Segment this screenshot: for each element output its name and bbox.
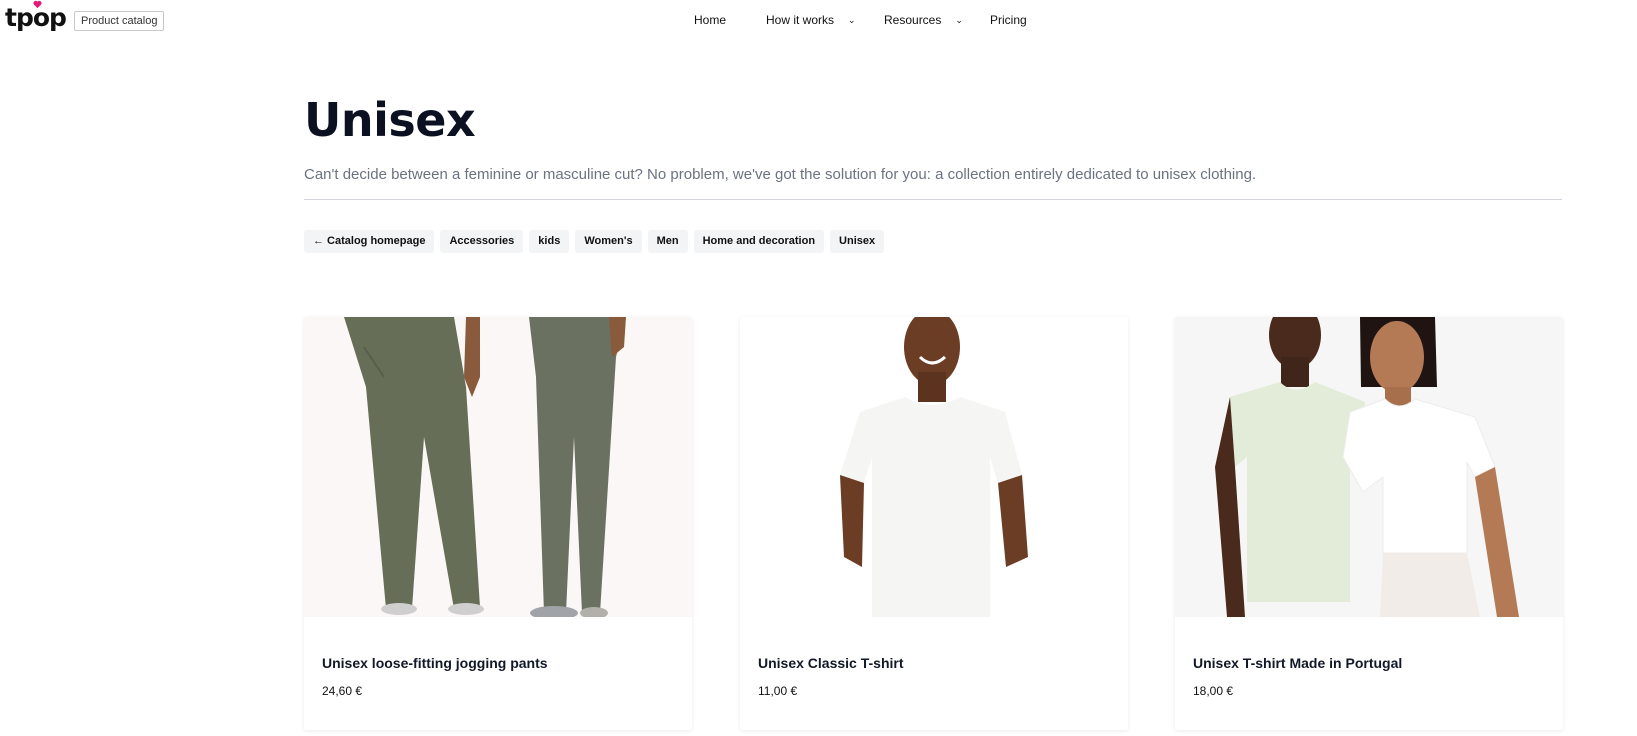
product-image-portugal-tshirt[interactable] bbox=[1175, 317, 1563, 617]
nav-resources[interactable]: Resources ⌄ bbox=[884, 11, 963, 29]
heart-icon bbox=[33, 0, 42, 9]
product-name[interactable]: Unisex loose-fitting jogging pants bbox=[322, 653, 548, 673]
chip-unisex[interactable]: Unisex bbox=[830, 230, 885, 253]
product-card[interactable]: Unisex Classic T-shirt 11,00 € bbox=[740, 317, 1128, 730]
category-chips: ← Catalog homepage Accessories kids Wome… bbox=[304, 230, 885, 253]
divider bbox=[304, 199, 1562, 200]
chip-catalog-homepage[interactable]: ← Catalog homepage bbox=[304, 230, 435, 253]
chevron-down-icon: ⌄ bbox=[955, 15, 963, 25]
page-title: Unisex bbox=[304, 93, 476, 147]
product-price: 18,00 € bbox=[1193, 684, 1234, 698]
nav-home[interactable]: Home bbox=[694, 11, 726, 29]
product-image-classic-tshirt[interactable] bbox=[740, 317, 1128, 617]
product-name[interactable]: Unisex T-shirt Made in Portugal bbox=[1193, 653, 1402, 673]
product-price: 11,00 € bbox=[758, 684, 798, 698]
chevron-down-icon: ⌄ bbox=[848, 15, 856, 25]
nav-how-it-works-label: How it works bbox=[766, 13, 835, 27]
product-catalog-badge[interactable]: Product catalog bbox=[74, 11, 165, 31]
product-card[interactable]: Unisex T-shirt Made in Portugal 18,00 € bbox=[1175, 317, 1563, 730]
page-subtitle: Can't decide between a feminine or mascu… bbox=[304, 166, 1257, 183]
product-card[interactable]: Unisex loose-fitting jogging pants 24,60… bbox=[304, 317, 692, 730]
chip-womens[interactable]: Women's bbox=[575, 230, 642, 253]
chip-home-decoration[interactable]: Home and decoration bbox=[693, 230, 825, 253]
nav-how-it-works[interactable]: How it works ⌄ bbox=[766, 11, 856, 29]
product-name[interactable]: Unisex Classic T-shirt bbox=[758, 653, 904, 673]
top-header: tpop Product catalog Home How it works ⌄ … bbox=[0, 0, 1637, 38]
chip-men[interactable]: Men bbox=[647, 230, 688, 253]
nav-pricing-label: Pricing bbox=[990, 13, 1027, 27]
chip-accessories[interactable]: Accessories bbox=[440, 230, 524, 253]
tpop-logo[interactable]: tpop bbox=[5, 0, 67, 33]
product-price: 24,60 € bbox=[322, 684, 363, 698]
product-image-jogging-pants[interactable] bbox=[304, 317, 692, 617]
nav-resources-label: Resources bbox=[884, 13, 942, 27]
nav-pricing[interactable]: Pricing bbox=[990, 11, 1027, 29]
nav-home-label: Home bbox=[694, 13, 727, 27]
chip-kids[interactable]: kids bbox=[529, 230, 570, 253]
